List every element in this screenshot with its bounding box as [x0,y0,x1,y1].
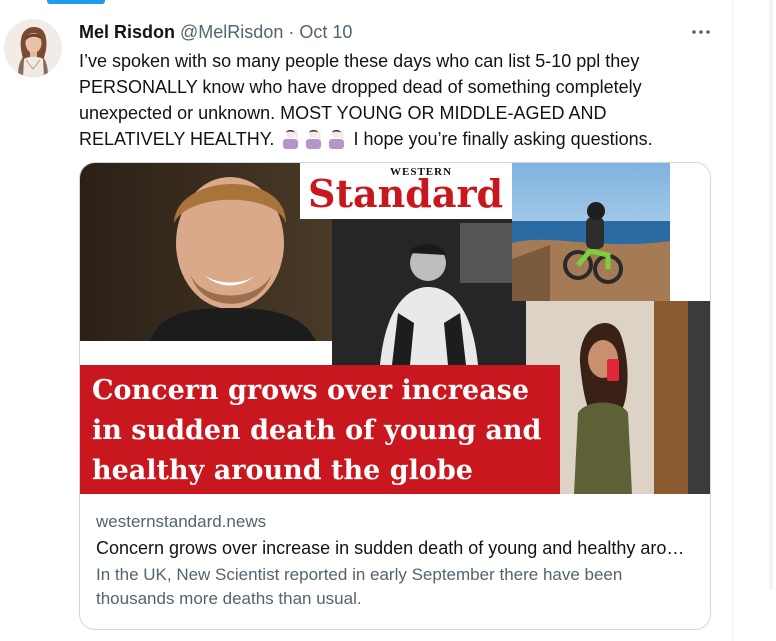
card-image[interactable]: WESTERN Standard Concern grows over incr… [80,163,711,494]
tweet-text: I’ve spoken with so many people these da… [79,48,689,152]
tweet[interactable]: Mel Risdon @MelRisdon · Oct 10 I’ve spok… [0,0,733,641]
author-name[interactable]: Mel Risdon [79,22,175,42]
tweet-date[interactable]: Oct 10 [299,22,352,42]
card-headline-line-2: in sudden death of young and [92,415,542,446]
more-dots-icon[interactable] [690,22,712,42]
tweet-text-end: I hope you’re finally asking questions. [353,129,653,149]
person-raising-hand-emoji-icon [304,128,323,149]
card-description: In the UK, New Scientist reported in ear… [96,565,623,608]
card-title: Concern grows over increase in sudden de… [96,538,694,558]
avatar[interactable] [4,19,62,77]
card-headline-line-1: Concern grows over increase [92,375,529,406]
tab-indicator [47,0,105,4]
right-rail [733,0,776,641]
tweet-header: Mel Risdon @MelRisdon · Oct 10 [79,20,352,44]
scrollbar[interactable] [769,0,773,590]
card-domain: westernstandard.news [96,512,267,531]
card-headline-line-3: healthy around the globe [92,455,473,486]
person-raising-hand-emoji-icon [281,128,300,149]
logo-big: Standard [308,171,503,216]
card-meta[interactable]: westernstandard.news Concern grows over … [96,509,696,611]
separator: · [288,22,295,42]
person-raising-hand-emoji-icon [327,128,346,149]
link-card[interactable]: WESTERN Standard Concern grows over incr… [79,162,711,630]
author-handle[interactable]: @MelRisdon [180,22,283,42]
